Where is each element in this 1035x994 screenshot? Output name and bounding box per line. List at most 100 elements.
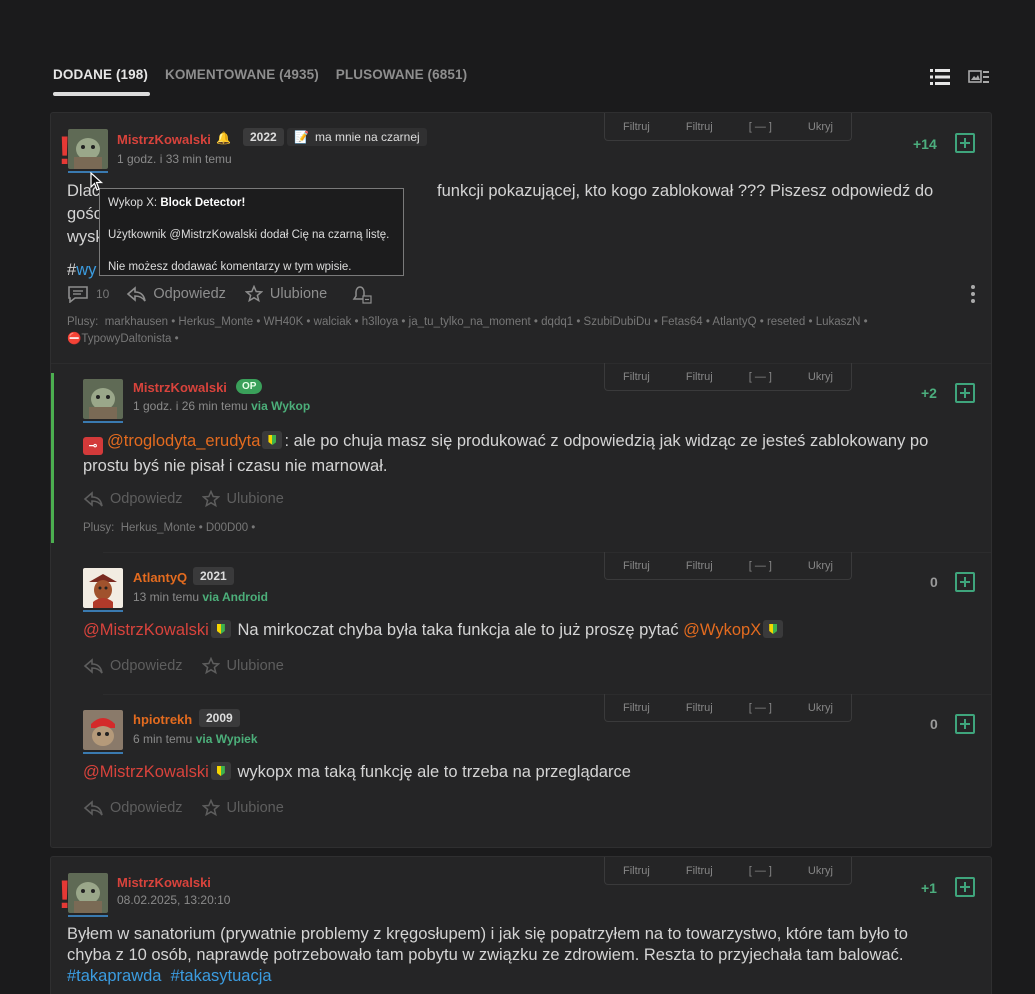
reply-icon xyxy=(83,491,103,507)
account-year-badge: 2021 xyxy=(193,567,234,585)
avatar[interactable] xyxy=(83,710,123,750)
filter-button[interactable]: Filtruj xyxy=(623,865,650,877)
comment-actions: Odpowiedz Ulubione xyxy=(83,490,284,508)
filter-button[interactable]: Filtruj xyxy=(623,371,650,383)
avatar-underline xyxy=(68,915,108,917)
author-name[interactable]: hpiotrekh xyxy=(133,712,192,727)
hide-button[interactable]: Ukryj xyxy=(808,702,833,714)
account-year-badge: 2009 xyxy=(199,709,240,727)
key-icon: ⊸ xyxy=(83,437,103,455)
comment-actions: Odpowiedz Ulubione xyxy=(83,657,284,675)
vote-count: +2 xyxy=(921,385,937,401)
comment-time-text: 1 godz. i 26 min temu xyxy=(133,399,252,413)
vote-count: +14 xyxy=(913,136,937,152)
collapse-button[interactable]: [ — ] xyxy=(749,865,772,877)
reply-button[interactable]: Odpowiedz xyxy=(83,490,183,508)
upvote-button[interactable] xyxy=(955,714,975,734)
comments-count-value: 10 xyxy=(96,287,110,301)
upvote-button[interactable] xyxy=(955,133,975,153)
filter-button[interactable]: Filtruj xyxy=(623,121,650,133)
tab-dodane[interactable]: DODANE (198) xyxy=(53,67,150,96)
comment-text: prostu byś nie pisał i czasu nie marnowa… xyxy=(83,457,388,475)
tag-link[interactable]: #takaprawda xyxy=(67,967,161,985)
filter-bar: Filtruj Filtruj [ — ] Ukryj xyxy=(604,694,852,722)
reply-button[interactable]: Odpowiedz xyxy=(83,799,183,817)
collapse-button[interactable]: [ — ] xyxy=(749,121,772,133)
avatar[interactable] xyxy=(68,873,108,913)
notification-bell-icon: 🔔 xyxy=(216,131,231,145)
account-year-badge: 2022 xyxy=(243,128,284,146)
tab-komentowane[interactable]: KOMENTOWANE (4935) xyxy=(165,67,319,82)
blacklist-badge: 📝 ma mnie na czarnej xyxy=(287,128,427,146)
reply-label: Odpowiedz xyxy=(110,658,183,674)
tooltip-title: Block Detector! xyxy=(160,197,246,209)
filter-button[interactable]: Filtruj xyxy=(623,702,650,714)
favorite-button[interactable]: Ulubione xyxy=(201,657,284,675)
favorite-label: Ulubione xyxy=(269,286,328,302)
reply-button[interactable]: Odpowiedz xyxy=(126,285,226,303)
user-mention[interactable]: @MistrzKowalski xyxy=(83,763,209,781)
plusy-users: TypowyDaltonista • xyxy=(81,333,179,345)
avatar[interactable] xyxy=(83,568,123,608)
user-mention[interactable]: @WykopX xyxy=(683,621,761,639)
tab-plusowane[interactable]: PLUSOWANE (6851) xyxy=(336,67,467,82)
filter-button[interactable]: Filtruj xyxy=(686,371,713,383)
block-detector-tooltip: Wykop X: Block Detector! Użytkownik @Mis… xyxy=(99,188,404,276)
upvote-button[interactable] xyxy=(955,572,975,592)
filter-bar: Filtruj Filtruj [ — ] Ukryj xyxy=(604,552,852,580)
collapse-button[interactable]: [ — ] xyxy=(749,371,772,383)
author-name[interactable]: MistrzKowalski xyxy=(133,380,227,395)
via-client: via Wypiek xyxy=(195,732,258,746)
entry-time: 1 godz. i 33 min temu xyxy=(117,152,232,166)
avatar[interactable] xyxy=(83,379,123,419)
filter-button[interactable]: Filtruj xyxy=(686,121,713,133)
author-name[interactable]: MistrzKowalski xyxy=(117,875,211,890)
hide-button[interactable]: Ukryj xyxy=(808,865,833,877)
favorite-button[interactable]: Ulubione xyxy=(201,799,284,817)
user-mention[interactable]: @troglodyta_erudyta xyxy=(107,432,260,450)
comments-count[interactable]: 10 xyxy=(67,285,109,303)
author-name[interactable]: AtlantyQ xyxy=(133,570,187,585)
star-icon xyxy=(201,657,220,675)
collapse-button[interactable]: [ — ] xyxy=(749,560,772,572)
via-client: via Android xyxy=(202,590,268,604)
filter-button[interactable]: Filtruj xyxy=(686,560,713,572)
reply-label: Odpowiedz xyxy=(110,800,183,816)
hide-button[interactable]: Ukryj xyxy=(808,371,833,383)
reply-icon xyxy=(83,658,103,674)
author-name[interactable]: MistrzKowalski xyxy=(117,132,211,147)
comment-text: wykopx ma taką funkcję ale to trzeba na … xyxy=(232,763,631,781)
tag-link[interactable]: #takasytuacja xyxy=(171,967,272,985)
upvote-button[interactable] xyxy=(955,383,975,403)
avatar-underline xyxy=(83,421,123,423)
avatar[interactable] xyxy=(68,129,108,169)
filter-button[interactable]: Filtruj xyxy=(686,702,713,714)
plusy-label: Plusy: xyxy=(83,522,115,534)
more-options-icon[interactable] xyxy=(971,285,975,306)
tag-link[interactable]: wy xyxy=(76,261,96,279)
notify-bell-icon[interactable] xyxy=(350,284,372,304)
hide-button[interactable]: Ukryj xyxy=(808,121,833,133)
entry-time: 08.02.2025, 13:20:10 xyxy=(117,893,231,907)
collapse-button[interactable]: [ — ] xyxy=(749,702,772,714)
comment-time-text: 13 min temu xyxy=(133,590,203,604)
media-view-icon[interactable] xyxy=(968,68,990,86)
op-badge: OP xyxy=(236,379,263,394)
comment-item: Filtruj Filtruj [ — ] Ukryj AtlantyQ 202… xyxy=(51,552,991,694)
plusy-users: Herkus_Monte • D00D00 • xyxy=(120,522,256,534)
list-view-icon[interactable] xyxy=(930,68,950,86)
comment-item: Filtruj Filtruj [ — ] Ukryj hpiotrekh 20… xyxy=(51,694,991,846)
upvote-button[interactable] xyxy=(955,877,975,897)
filter-button[interactable]: Filtruj xyxy=(686,865,713,877)
comment-time-text: 6 min temu xyxy=(133,732,196,746)
reply-button[interactable]: Odpowiedz xyxy=(83,657,183,675)
reply-icon xyxy=(127,286,147,302)
plusy-list: Plusy: markhausen • Herkus_Monte • WH40K… xyxy=(67,314,967,348)
filter-button[interactable]: Filtruj xyxy=(623,560,650,572)
favorite-button[interactable]: Ulubione xyxy=(244,285,328,303)
favorite-button[interactable]: Ulubione xyxy=(201,490,284,508)
user-mention[interactable]: @MistrzKowalski xyxy=(83,621,209,639)
hide-button[interactable]: Ukryj xyxy=(808,560,833,572)
comment-time: 13 min temu via Android xyxy=(133,590,268,604)
entry-card: Filtruj Filtruj [ — ] Ukryj ! MistrzKowa… xyxy=(50,856,992,994)
